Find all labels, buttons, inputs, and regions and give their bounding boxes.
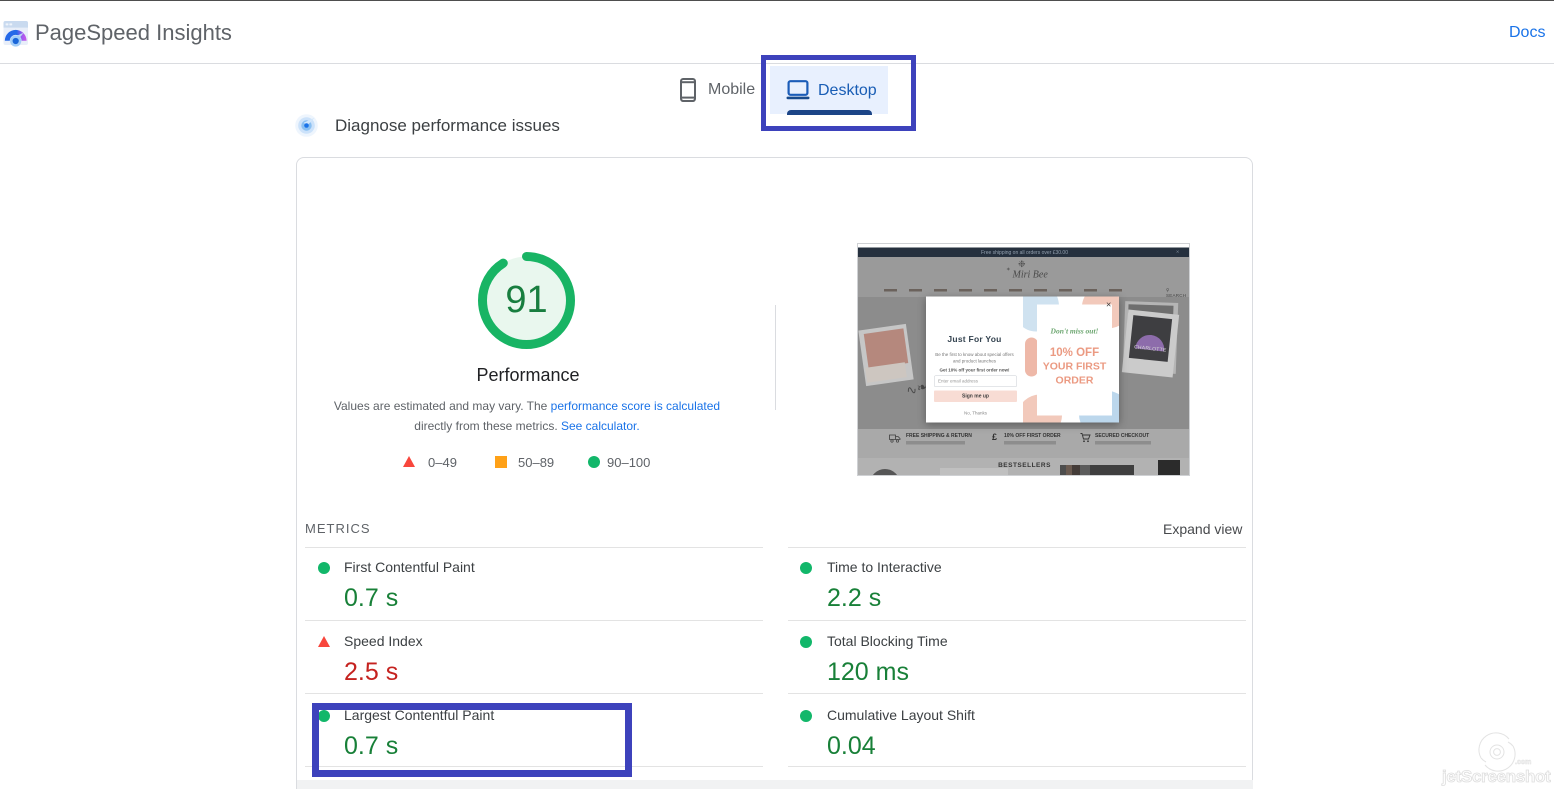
- svg-text:jetScreenshot: jetScreenshot: [1441, 767, 1551, 786]
- svg-text:.com: .com: [1515, 759, 1531, 766]
